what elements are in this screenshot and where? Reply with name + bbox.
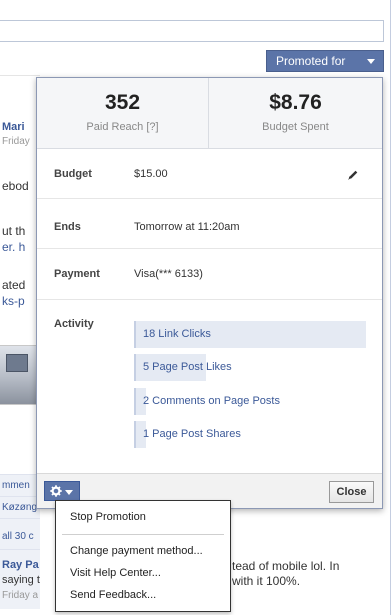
view-all-comments-link[interactable]: all 30 c xyxy=(2,531,34,542)
promotion-details-panel: 352 Paid Reach [?] $8.76 Budget Spent Bu… xyxy=(36,77,383,509)
activity-page-post-shares[interactable]: 1 Page Post Shares xyxy=(134,421,241,448)
menu-item-change-payment[interactable]: Change payment method... xyxy=(70,545,203,557)
row-divider xyxy=(37,299,382,300)
chevron-down-icon xyxy=(65,490,73,495)
feed-timestamp[interactable]: Friday xyxy=(2,136,30,147)
feed-post-text: ated xyxy=(2,278,26,292)
activity-label: Activity xyxy=(54,318,94,330)
comment-text: saying t xyxy=(2,574,40,586)
feed-divider xyxy=(0,496,40,497)
promotion-stats: 352 Paid Reach [?] $8.76 Budget Spent xyxy=(37,78,382,149)
promoted-for-button[interactable]: Promoted for $15.00 xyxy=(266,50,384,88)
feed-divider xyxy=(0,75,40,76)
activity-page-post-likes[interactable]: 5 Page Post Likes xyxy=(134,354,232,381)
menu-separator xyxy=(62,534,224,535)
feed-link-thumbnail[interactable] xyxy=(0,345,36,405)
gear-icon xyxy=(50,485,62,497)
row-divider xyxy=(37,248,382,249)
activity-item-label: 2 Comments on Page Posts xyxy=(143,395,280,407)
feed-post-link[interactable]: ks-p xyxy=(2,294,25,308)
budget-spent-value: $8.76 xyxy=(269,91,322,114)
options-dropdown-menu: Stop Promotion Change payment method... … xyxy=(55,500,231,612)
close-button[interactable]: Close xyxy=(329,481,374,503)
activity-item-label: 1 Page Post Shares xyxy=(143,428,241,440)
menu-item-stop-promotion[interactable]: Stop Promotion xyxy=(70,511,146,523)
activity-item-label: 5 Page Post Likes xyxy=(143,361,232,373)
status-composer-input[interactable] xyxy=(0,20,384,42)
payment-label: Payment xyxy=(54,268,100,280)
paid-reach-value: 352 xyxy=(104,91,141,114)
commenter-name[interactable]: Ray Pa xyxy=(2,559,39,571)
feed-author-name[interactable]: Mari xyxy=(2,121,25,133)
ends-label: Ends xyxy=(54,221,81,233)
feed-commenter-name[interactable]: Køzøng xyxy=(2,502,37,513)
feed-post-text: ut th xyxy=(2,224,26,238)
activity-comments[interactable]: 2 Comments on Page Posts xyxy=(134,388,280,415)
comment-timestamp[interactable]: Friday a xyxy=(2,590,38,601)
feed-post-text: ebod xyxy=(2,179,29,193)
ends-value: Tomorrow at 11:20am xyxy=(134,221,240,233)
chevron-down-icon xyxy=(367,59,375,64)
comment-line: with it 100%. xyxy=(232,574,301,588)
budget-spent-label: Budget Spent xyxy=(262,121,329,133)
paid-reach-stat: 352 Paid Reach [?] xyxy=(37,78,209,149)
row-divider xyxy=(37,198,382,199)
options-menu-button[interactable] xyxy=(44,481,80,501)
budget-spent-stat: $8.76 Budget Spent xyxy=(209,78,382,149)
menu-item-help-center[interactable]: Visit Help Center... xyxy=(70,567,161,579)
comment-line: tead of mobile lol. In xyxy=(232,559,340,573)
feed-post-link[interactable]: er. h xyxy=(2,240,25,254)
activity-item-label: 18 Link Clicks xyxy=(143,328,211,340)
comment-text-continued: tead of mobile lol. In with it 100%. xyxy=(232,559,339,589)
activity-link-clicks[interactable]: 18 Link Clicks xyxy=(134,321,366,348)
budget-label: Budget xyxy=(54,168,92,180)
feed-divider xyxy=(0,518,40,519)
budget-value: $15.00 xyxy=(134,168,168,180)
payment-value: Visa(*** 6133) xyxy=(134,268,203,280)
paid-reach-label[interactable]: Paid Reach [?] xyxy=(37,121,208,133)
feed-divider xyxy=(0,549,40,550)
pencil-icon[interactable] xyxy=(346,168,360,182)
feed-comments-link[interactable]: mmen xyxy=(2,480,30,491)
menu-item-send-feedback[interactable]: Send Feedback... xyxy=(70,589,156,601)
